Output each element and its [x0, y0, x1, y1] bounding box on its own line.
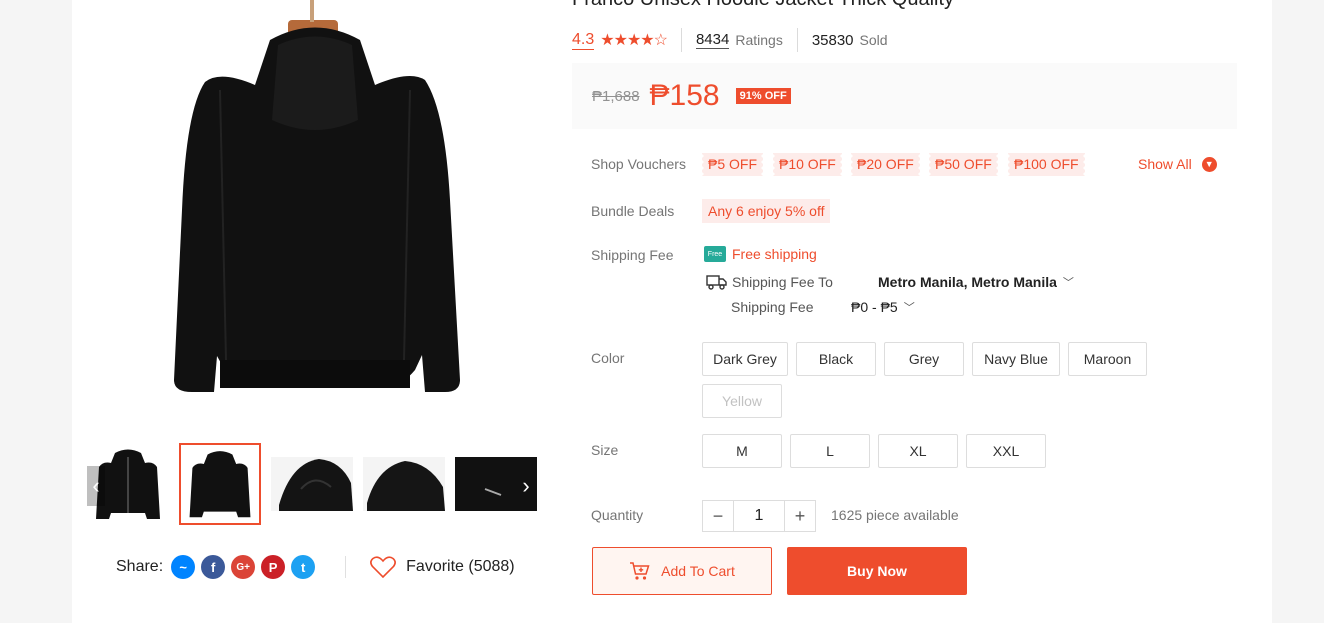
divider — [345, 556, 347, 578]
free-shipping-text: Free shipping — [732, 246, 817, 262]
shipping-fee-label: Shipping Fee — [591, 247, 674, 263]
size-label: Size — [591, 442, 619, 458]
thumbnail-active[interactable] — [179, 443, 261, 525]
color-option[interactable]: Navy Blue — [972, 342, 1060, 376]
truck-icon — [706, 275, 727, 290]
rating-value[interactable]: 4.3 — [572, 31, 595, 50]
quantity-increase-button[interactable]: + — [784, 500, 816, 532]
thumbnail-strip: ‹ › — [87, 443, 537, 525]
shipping-destination[interactable]: Shipping Fee To Metro Manila, Metro Mani… — [706, 273, 1074, 291]
star-rating-icon: ★★★★☆ — [600, 32, 668, 49]
current-price: ₱158 — [649, 79, 720, 112]
twitter-icon[interactable]: t — [291, 555, 316, 579]
thumbnail-prev-arrow[interactable]: ‹ — [87, 466, 105, 506]
shipping-to-label: Shipping Fee To — [732, 274, 833, 290]
price-box: ₱1,688 ₱158 91% OFF — [572, 63, 1237, 129]
bundle-deal-chip[interactable]: Any 6 enjoy 5% off — [702, 199, 831, 223]
color-option[interactable]: Dark Grey — [702, 342, 788, 376]
quantity-stepper: − 1 + — [702, 500, 816, 532]
chevron-down-icon: ﹀ — [1062, 277, 1074, 289]
messenger-icon[interactable]: ~ — [171, 555, 196, 579]
rating-row: 4.3 ★★★★☆ 8434 Ratings 35830 Sold — [572, 27, 902, 53]
ratings-label: Ratings — [735, 32, 783, 48]
voucher-chip[interactable]: ₱20 OFF — [851, 153, 920, 176]
shipping-fee-dropdown[interactable]: Shipping Fee ₱0 - ₱5 ﹀ — [731, 299, 915, 315]
size-option[interactable]: XL — [878, 434, 958, 468]
color-option[interactable]: Maroon — [1068, 342, 1147, 376]
main-product-image[interactable] — [160, 0, 470, 410]
favorite-label: Favorite (5088) — [406, 558, 515, 575]
stock-available: 1625 piece available — [831, 507, 959, 523]
thumbnail[interactable] — [271, 443, 353, 525]
cart-icon — [630, 562, 650, 580]
ratings-count[interactable]: 8434 — [695, 31, 730, 49]
voucher-chip[interactable]: ₱5 OFF — [702, 153, 764, 176]
thumbnail[interactable] — [363, 443, 445, 525]
chevron-down-icon: ▼ — [1201, 156, 1217, 172]
show-all-vouchers-button[interactable]: Show All ▼ — [1138, 156, 1217, 172]
color-option[interactable]: Grey — [884, 342, 964, 376]
shop-vouchers-label: Shop Vouchers — [591, 156, 686, 172]
color-label: Color — [591, 350, 625, 366]
quantity-decrease-button[interactable]: − — [702, 500, 734, 532]
free-shipping: Free Free shipping — [704, 246, 817, 262]
shipping-to-value: Metro Manila, Metro Manila — [878, 274, 1057, 290]
size-option[interactable]: XXL — [966, 434, 1046, 468]
size-option[interactable]: L — [790, 434, 870, 468]
size-option[interactable]: M — [702, 434, 782, 468]
voucher-chip[interactable]: ₱10 OFF — [773, 153, 842, 176]
show-all-label: Show All — [1138, 156, 1192, 172]
shipping-fee-value: ₱0 - ₱5 — [851, 299, 898, 315]
original-price: ₱1,688 — [592, 87, 640, 105]
add-to-cart-button[interactable]: Add To Cart — [592, 547, 772, 595]
pinterest-icon[interactable]: P — [261, 555, 286, 579]
product-title: Franco Unisex Hoodie Jacket Thick Qualit… — [572, 0, 954, 11]
sold-label: Sold — [859, 32, 888, 48]
favorite-button[interactable]: Favorite (5088) — [370, 556, 515, 578]
sold-count: 35830 — [811, 31, 854, 49]
voucher-chip[interactable]: ₱50 OFF — [929, 153, 998, 176]
color-option-disabled: Yellow — [702, 384, 782, 418]
color-option[interactable]: Black — [796, 342, 876, 376]
free-shipping-icon: Free — [704, 246, 726, 262]
google-plus-icon[interactable]: G+ — [231, 555, 256, 579]
quantity-input[interactable]: 1 — [734, 500, 784, 532]
buy-now-button[interactable]: Buy Now — [787, 547, 967, 595]
facebook-icon[interactable]: f — [201, 555, 226, 579]
share-label: Share: — [116, 558, 164, 575]
shipping-fee-sublabel: Shipping Fee — [731, 299, 814, 315]
quantity-label: Quantity — [591, 507, 644, 523]
heart-icon — [370, 556, 397, 578]
discount-badge: 91% OFF — [735, 88, 791, 104]
add-to-cart-label: Add To Cart — [661, 563, 735, 579]
thumbnail-next-arrow[interactable]: › — [517, 466, 535, 506]
chevron-down-icon: ﹀ — [903, 302, 915, 314]
voucher-chip[interactable]: ₱100 OFF — [1008, 153, 1085, 176]
bundle-deals-label: Bundle Deals — [591, 203, 675, 219]
share-row: Share: ~ f G+ P t Favorite (5088) — [116, 552, 515, 582]
